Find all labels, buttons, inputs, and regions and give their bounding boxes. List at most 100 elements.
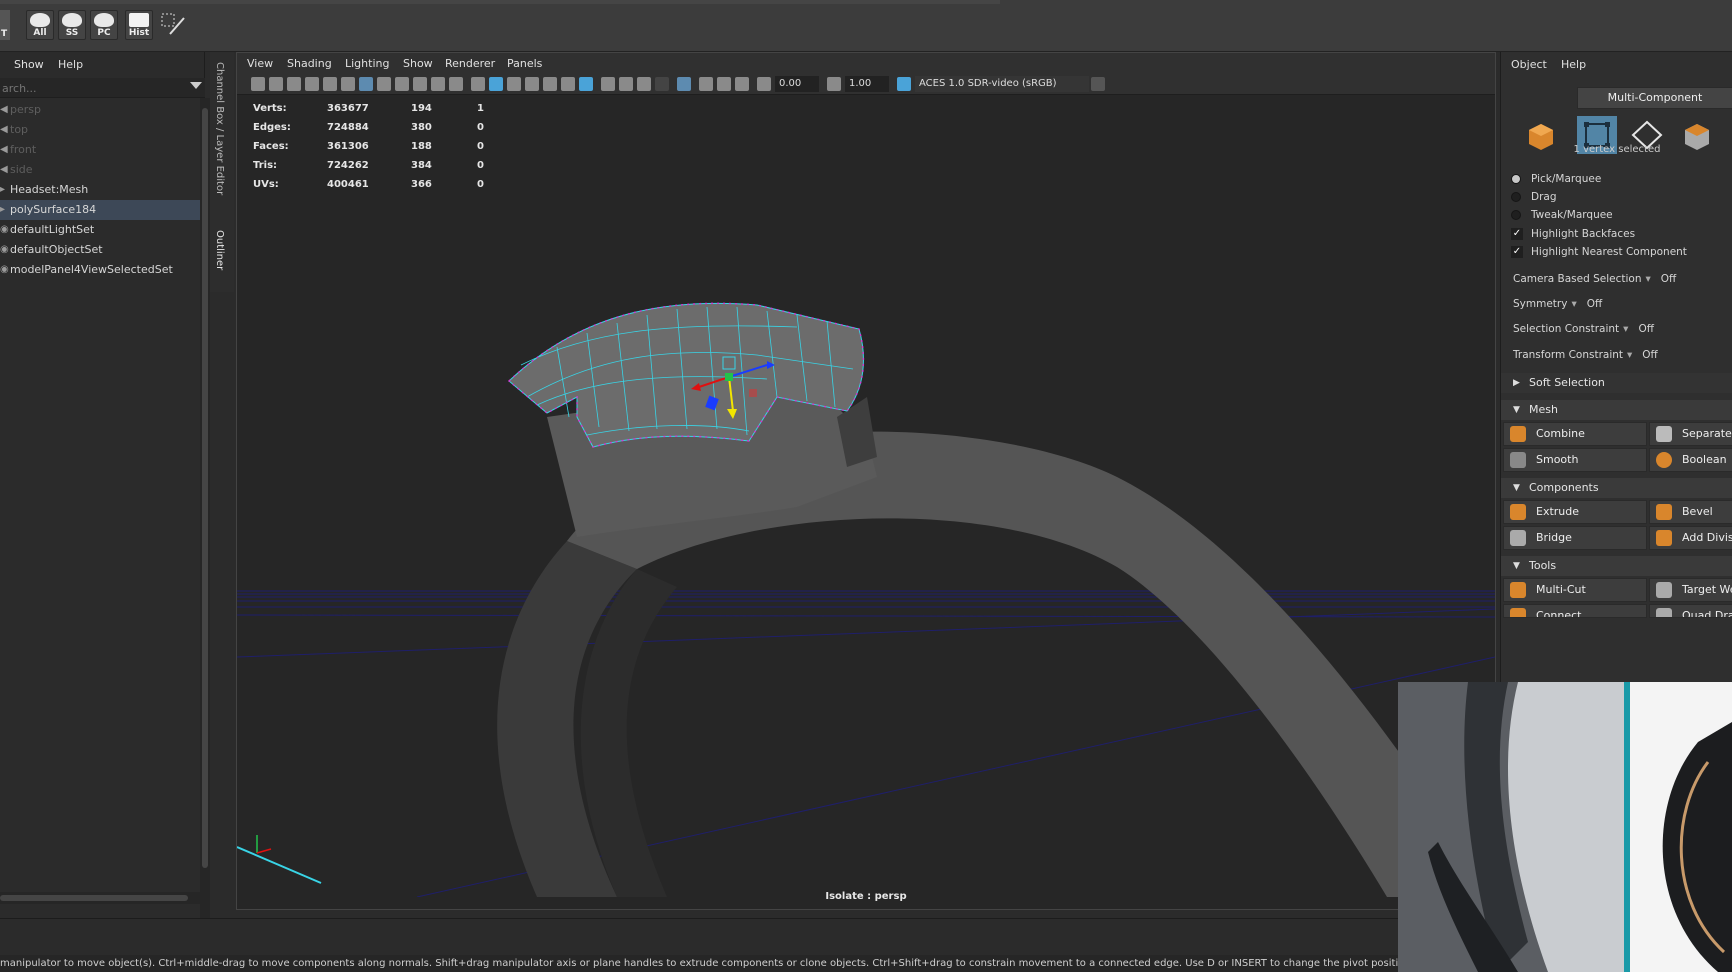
- combine-button[interactable]: Combine: [1503, 422, 1647, 446]
- check-icon[interactable]: ✓: [1511, 246, 1523, 258]
- isolate-select-icon[interactable]: [677, 77, 691, 91]
- components-section[interactable]: ▼ Components: [1501, 478, 1732, 498]
- gamma-icon[interactable]: [827, 77, 841, 91]
- textured-icon[interactable]: [543, 77, 557, 91]
- soft-selection-section[interactable]: ▶ Soft Selection: [1501, 373, 1732, 393]
- expand-arrow-icon[interactable]: ▸: [0, 180, 8, 200]
- radio-dot[interactable]: [1511, 192, 1521, 202]
- lights-icon[interactable]: [561, 77, 575, 91]
- shelf-button-all[interactable]: All: [26, 10, 54, 40]
- outliner-item-top[interactable]: ◀ top: [0, 120, 200, 140]
- camera-based-selection-option[interactable]: Camera Based Selection ▾ Off: [1513, 270, 1676, 288]
- select-tool-icon[interactable]: [160, 12, 188, 38]
- option-value[interactable]: Off: [1587, 298, 1603, 310]
- color-management-icon[interactable]: [897, 77, 911, 91]
- tab-outliner[interactable]: Outliner: [214, 230, 225, 270]
- xray-components-icon[interactable]: [735, 77, 749, 91]
- chevron-down-icon[interactable]: ▼: [1513, 400, 1520, 420]
- tab-channel-box[interactable]: Channel Box / Layer Editor: [214, 62, 225, 195]
- shelf-button-ss[interactable]: SS: [58, 10, 86, 40]
- ambient-occlusion-icon[interactable]: [601, 77, 615, 91]
- resolution-gate-icon[interactable]: [377, 77, 391, 91]
- camera-icon[interactable]: [251, 77, 265, 91]
- menu-lighting[interactable]: Lighting: [345, 57, 389, 70]
- bookmark-icon[interactable]: [287, 77, 301, 91]
- exposure-icon[interactable]: [757, 77, 771, 91]
- field-chart-icon[interactable]: [413, 77, 427, 91]
- symmetry-option[interactable]: Symmetry ▾ Off: [1513, 295, 1602, 313]
- chevron-down-icon[interactable]: ▾: [1623, 323, 1628, 335]
- depth-of-field-icon[interactable]: [655, 77, 669, 91]
- scrollbar-thumb[interactable]: [0, 895, 188, 901]
- shelf-button-pc[interactable]: PC: [90, 10, 118, 40]
- scrollbar-thumb[interactable]: [202, 108, 208, 868]
- xray-icon[interactable]: [699, 77, 713, 91]
- motion-blur-icon[interactable]: [619, 77, 633, 91]
- outliner-search-input[interactable]: [0, 78, 180, 98]
- outliner-item-headset-mesh[interactable]: ▸ Headset:Mesh: [0, 180, 200, 200]
- camera-lock-icon[interactable]: [269, 77, 283, 91]
- menu-help[interactable]: Help: [1561, 58, 1586, 71]
- smooth-shade-icon[interactable]: [489, 77, 503, 91]
- shelf-button-t[interactable]: T: [0, 10, 10, 40]
- menu-shading[interactable]: Shading: [287, 57, 332, 70]
- chevron-down-icon[interactable]: [1091, 77, 1105, 91]
- menu-panels[interactable]: Panels: [507, 57, 542, 70]
- menu-show[interactable]: Show: [403, 57, 433, 70]
- outliner-item-default-object-set[interactable]: ◉ defaultObjectSet: [0, 240, 200, 260]
- bridge-button[interactable]: Bridge: [1503, 526, 1647, 550]
- check-icon[interactable]: ✓: [1511, 228, 1523, 240]
- radio-dot[interactable]: [1511, 210, 1521, 220]
- film-gate-icon[interactable]: [359, 77, 373, 91]
- boolean-button[interactable]: Boolean: [1649, 448, 1732, 472]
- shadows-icon[interactable]: [579, 77, 593, 91]
- outliner-item-default-light-set[interactable]: ◉ defaultLightSet: [0, 220, 200, 240]
- smooth-button[interactable]: Smooth: [1503, 448, 1647, 472]
- connect-button[interactable]: Connect: [1503, 604, 1647, 618]
- radio-dot[interactable]: [1511, 174, 1521, 184]
- anti-alias-icon[interactable]: [637, 77, 651, 91]
- shelf-button-hist[interactable]: Hist: [125, 10, 153, 40]
- menu-help[interactable]: Help: [58, 58, 83, 71]
- xray-joints-icon[interactable]: [717, 77, 731, 91]
- outliner-item-persp[interactable]: ◀ persp: [0, 100, 200, 120]
- safe-title-icon[interactable]: [449, 77, 463, 91]
- tools-section[interactable]: ▼ Tools: [1501, 556, 1732, 576]
- add-divisions-button[interactable]: Add Divisions: [1649, 526, 1732, 550]
- option-value[interactable]: Off: [1642, 349, 1658, 361]
- chevron-right-icon[interactable]: ▶: [1513, 373, 1520, 393]
- menu-renderer[interactable]: Renderer: [445, 57, 495, 70]
- chevron-down-icon[interactable]: ▼: [1513, 556, 1520, 576]
- menu-object[interactable]: Object: [1511, 58, 1547, 71]
- gamma-field[interactable]: 1.00: [845, 76, 889, 92]
- default-material-icon[interactable]: [525, 77, 539, 91]
- selection-constraint-option[interactable]: Selection Constraint ▾ Off: [1513, 320, 1654, 338]
- chevron-down-icon[interactable]: ▾: [1627, 349, 1632, 361]
- menu-show[interactable]: Show: [14, 58, 44, 71]
- command-line[interactable]: [0, 918, 1398, 948]
- outliner-vertical-scrollbar[interactable]: [200, 98, 210, 938]
- transform-constraint-option[interactable]: Transform Constraint ▾ Off: [1513, 346, 1658, 364]
- safe-action-icon[interactable]: [431, 77, 445, 91]
- viewport-panel[interactable]: View Shading Lighting Show Renderer Pane…: [236, 52, 1496, 910]
- option-value[interactable]: Off: [1661, 273, 1677, 285]
- outliner-item-side[interactable]: ◀ side: [0, 160, 200, 180]
- bevel-button[interactable]: Bevel: [1649, 500, 1732, 524]
- target-weld-button[interactable]: Target Weld: [1649, 578, 1732, 602]
- wireframe-on-shaded-icon[interactable]: [507, 77, 521, 91]
- grease-pencil-icon[interactable]: [323, 77, 337, 91]
- color-space-select[interactable]: ACES 1.0 SDR-video (sRGB): [915, 76, 1089, 92]
- quad-draw-button[interactable]: Quad Draw: [1649, 604, 1732, 618]
- chevron-down-icon[interactable]: ▾: [1646, 273, 1651, 285]
- wireframe-icon[interactable]: [471, 77, 485, 91]
- outliner-item-polysurface184[interactable]: ▸ polySurface184: [0, 200, 200, 220]
- gate-mask-icon[interactable]: [395, 77, 409, 91]
- chevron-down-icon[interactable]: ▾: [1571, 298, 1576, 310]
- outliner-item-front[interactable]: ◀ front: [0, 140, 200, 160]
- multi-cut-button[interactable]: Multi-Cut: [1503, 578, 1647, 602]
- mesh-section[interactable]: ▼ Mesh: [1501, 400, 1732, 420]
- image-plane-icon[interactable]: [305, 77, 319, 91]
- chevron-down-icon[interactable]: ▼: [1513, 478, 1520, 498]
- menu-view[interactable]: View: [247, 57, 273, 70]
- exposure-field[interactable]: 0.00: [775, 76, 819, 92]
